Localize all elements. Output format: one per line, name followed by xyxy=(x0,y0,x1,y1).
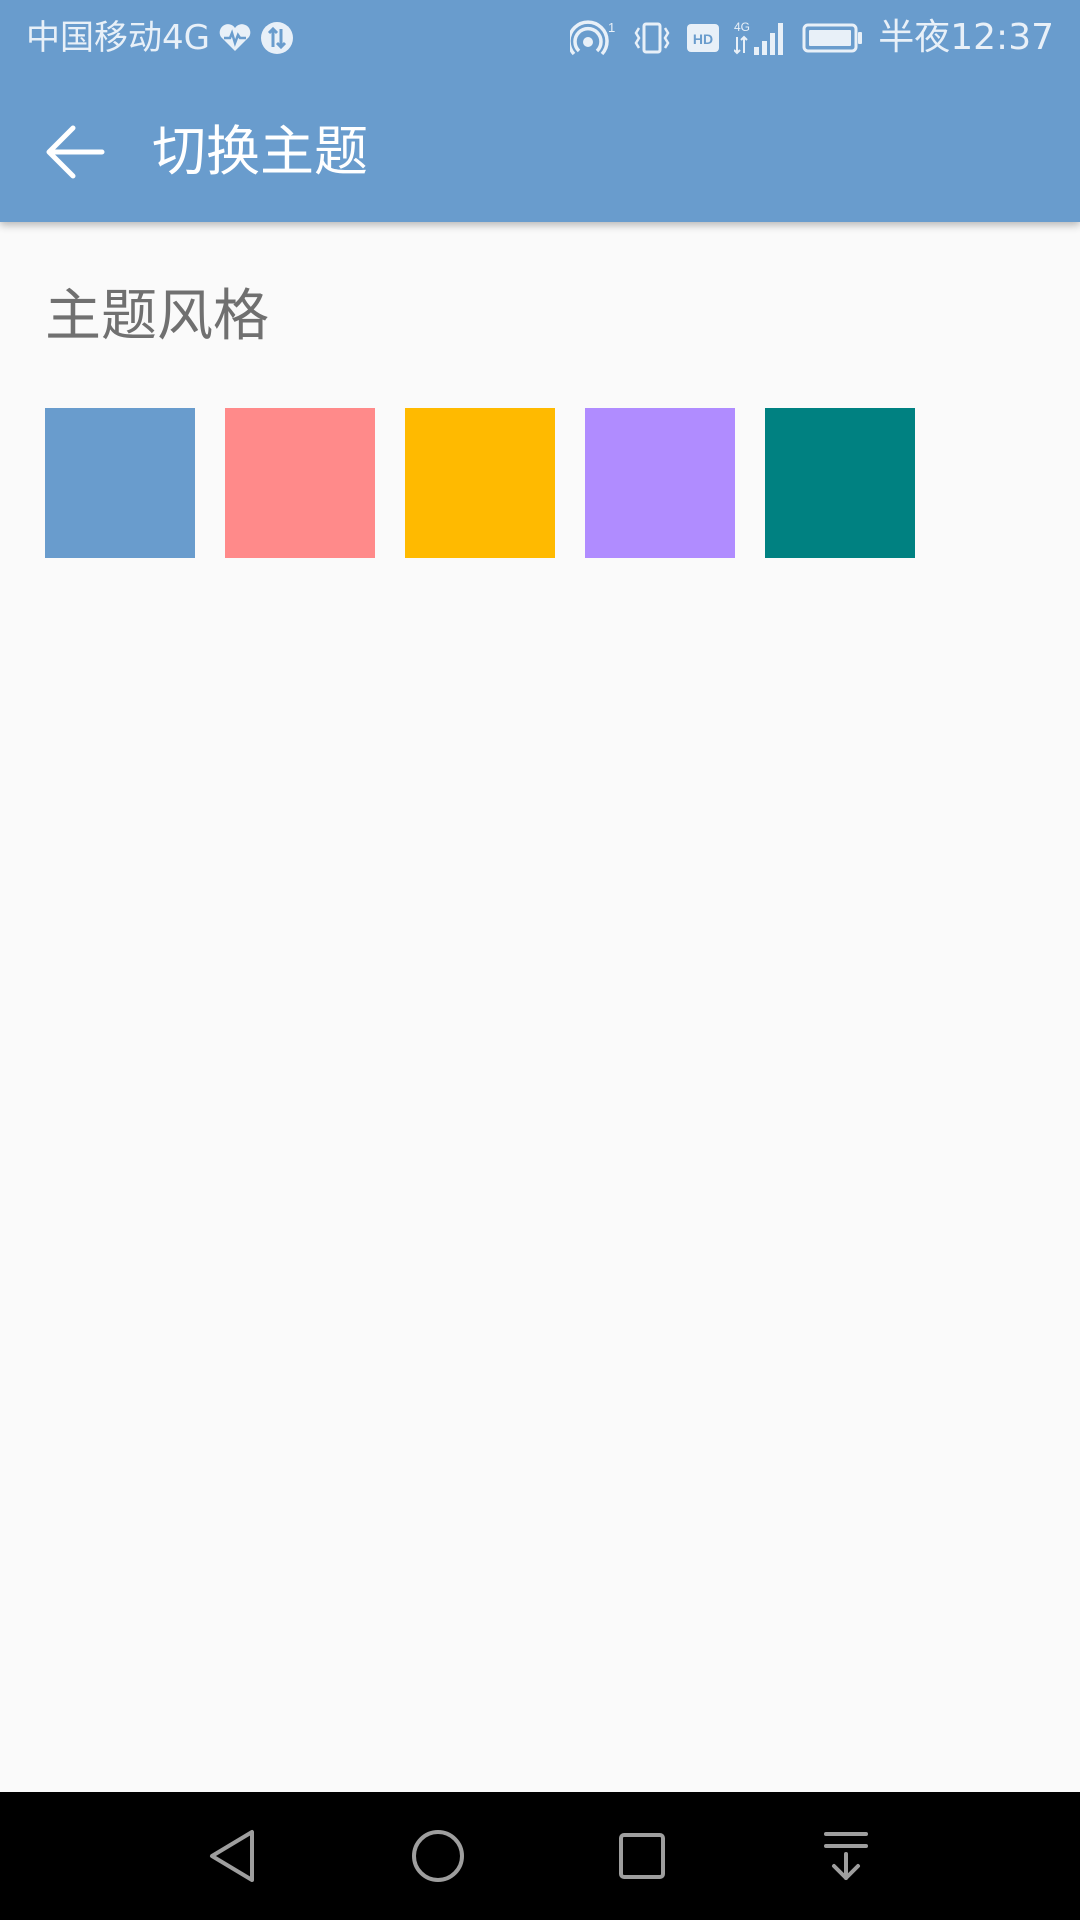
status-bar: 中国移动4G 1 HD 4G 半夜12:37 xyxy=(0,0,1080,76)
page-title: 切换主题 xyxy=(152,120,368,183)
theme-swatch-blue[interactable] xyxy=(45,408,195,558)
nav-notification-shade-button[interactable] xyxy=(806,1816,886,1896)
hotspot-count: 1 xyxy=(608,20,615,35)
theme-settings-content: 主题风格 xyxy=(0,222,1080,1792)
theme-swatch-teal[interactable] xyxy=(765,408,915,558)
hd-label: HD xyxy=(693,31,713,47)
triangle-back-icon xyxy=(210,1830,254,1882)
system-nav-bar xyxy=(0,1792,1080,1920)
back-button[interactable] xyxy=(30,112,120,192)
arrow-back-icon xyxy=(46,125,105,179)
status-left: 中国移动4G xyxy=(26,14,294,62)
section-title-theme-style: 主题风格 xyxy=(45,284,269,349)
theme-swatch-list xyxy=(45,408,915,558)
vibrate-icon xyxy=(632,20,672,56)
theme-swatch-amber[interactable] xyxy=(405,408,555,558)
theme-swatch-purple[interactable] xyxy=(585,408,735,558)
hd-voice-icon: HD xyxy=(686,23,720,53)
circle-home-icon xyxy=(412,1830,464,1882)
data-transfer-icon xyxy=(260,21,294,55)
health-heart-icon xyxy=(218,23,252,53)
battery-icon xyxy=(802,23,864,53)
toolbar: 切换主题 xyxy=(0,76,1080,222)
status-right: 1 HD 4G 半夜12:37 xyxy=(570,14,1054,62)
pull-down-icon xyxy=(824,1832,868,1880)
theme-swatch-pink[interactable] xyxy=(225,408,375,558)
square-recents-icon xyxy=(619,1833,665,1879)
nav-back-button[interactable] xyxy=(192,1816,272,1896)
network-label: 4G xyxy=(734,20,750,34)
status-clock: 半夜12:37 xyxy=(878,17,1054,58)
nav-recents-button[interactable] xyxy=(602,1816,682,1896)
carrier-label: 中国移动4G xyxy=(26,18,210,58)
hotspot-icon: 1 xyxy=(570,20,618,56)
nav-home-button[interactable] xyxy=(398,1816,478,1896)
signal-strength-icon: 4G xyxy=(734,19,788,57)
app-header: 中国移动4G 1 HD 4G 半夜12:37 切换主题 xyxy=(0,0,1080,222)
